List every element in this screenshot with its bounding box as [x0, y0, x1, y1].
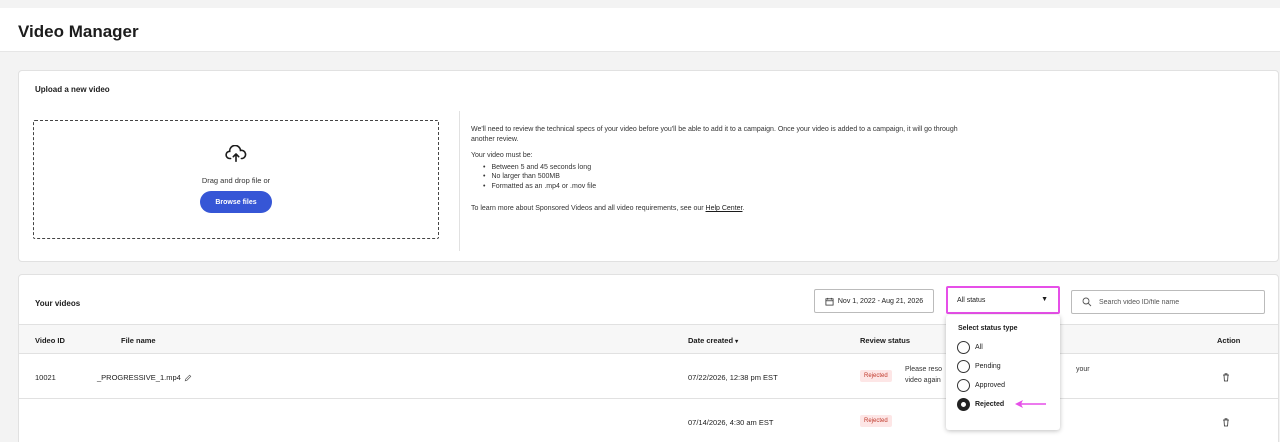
requirement-item: Between 5 and 45 seconds long	[483, 163, 971, 173]
divider	[459, 111, 460, 251]
videos-card: Your videos Nov 1, 2022 - Aug 21, 2026 A…	[18, 274, 1279, 442]
search-input[interactable]	[1099, 295, 1259, 310]
review-message-line1: Please reso	[905, 366, 942, 373]
status-option-label: Approved	[975, 381, 1005, 389]
upload-title: Upload a new video	[35, 85, 110, 94]
status-option-pending[interactable]: Pending	[957, 359, 1052, 373]
page-header: Video Manager	[0, 8, 1280, 52]
status-badge: Rejected	[860, 370, 892, 382]
upload-dropzone[interactable]: Drag and drop file or Browse files	[33, 120, 439, 239]
learn-more-suffix: .	[742, 205, 745, 212]
videos-title: Your videos	[35, 299, 81, 308]
table-row: 07/14/2026, 4:30 am EST Rejected	[19, 399, 1278, 442]
requirements-list: Between 5 and 45 seconds long No larger …	[483, 163, 971, 192]
row-file-name: _PROGRESSIVE_1.mp4	[97, 373, 192, 382]
status-option-approved[interactable]: Approved	[957, 378, 1052, 392]
table-row: 10021 _PROGRESSIVE_1.mp4 07/22/2026, 12:…	[19, 354, 1278, 399]
status-select-value: All status	[957, 297, 986, 304]
calendar-icon	[825, 297, 834, 306]
drop-text: Drag and drop file or	[201, 176, 271, 185]
pencil-icon[interactable]	[184, 374, 192, 382]
help-center-link[interactable]: Help Center	[706, 205, 743, 212]
col-date-created[interactable]: Date created ▾	[688, 336, 738, 345]
learn-more-text: To learn more about Sponsored Videos and…	[471, 204, 971, 214]
browse-files-button[interactable]: Browse files	[200, 191, 272, 213]
info-intro: We'll need to review the technical specs…	[471, 126, 958, 143]
file-name-text: _PROGRESSIVE_1.mp4	[97, 373, 181, 382]
search-icon	[1082, 297, 1092, 307]
arrow-left-icon	[1015, 400, 1046, 408]
col-date-created-label: Date created	[688, 336, 734, 345]
sort-icon: ▾	[735, 339, 739, 345]
radio-icon	[957, 378, 970, 392]
caret-down-icon: ▼	[1041, 296, 1048, 303]
radio-icon	[957, 340, 970, 354]
table-header: Video ID File name Date created ▾ Review…	[19, 324, 1278, 354]
status-filter-select[interactable]: All status ▼	[946, 286, 1060, 314]
row-date-created: 07/14/2026, 4:30 am EST	[688, 418, 774, 427]
status-option-label: Pending	[975, 362, 1001, 370]
col-video-id: Video ID	[35, 336, 65, 345]
requirements-heading: Your video must be:	[471, 152, 533, 159]
col-review-status: Review status	[860, 336, 911, 345]
requirement-item: Formatted as an .mp4 or .mov file	[483, 182, 971, 192]
row-video-id: 10021	[35, 373, 56, 382]
date-range-picker[interactable]: Nov 1, 2022 - Aug 21, 2026	[814, 289, 934, 313]
dropdown-title: Select status type	[958, 325, 1018, 332]
status-badge: Rejected	[860, 415, 892, 427]
date-range-label: Nov 1, 2022 - Aug 21, 2026	[837, 297, 924, 305]
upload-card: Upload a new video Drag and drop file or…	[18, 70, 1279, 262]
cloud-upload-icon	[225, 145, 247, 163]
trash-icon[interactable]	[1221, 372, 1231, 382]
page-title: Video Manager	[18, 22, 139, 41]
radio-icon	[957, 359, 970, 373]
status-dropdown: Select status type All Pending Approved …	[946, 315, 1060, 430]
status-option-all[interactable]: All	[957, 340, 1052, 354]
status-option-label: Rejected	[975, 400, 1005, 408]
status-option-label: All	[975, 343, 983, 351]
review-message-line2: video again	[905, 377, 941, 384]
review-message-tail: your	[1076, 366, 1090, 373]
search-box[interactable]	[1071, 290, 1265, 314]
row-date-created: 07/22/2026, 12:38 pm EST	[688, 373, 778, 382]
upload-info: We'll need to review the technical specs…	[471, 125, 971, 221]
col-action: Action	[1217, 336, 1241, 345]
requirement-item: No larger than 500MB	[483, 172, 971, 182]
col-file-name: File name	[121, 336, 156, 345]
trash-icon[interactable]	[1221, 417, 1231, 427]
learn-more-prefix: To learn more about Sponsored Videos and…	[471, 205, 706, 212]
radio-selected-icon	[957, 397, 970, 411]
